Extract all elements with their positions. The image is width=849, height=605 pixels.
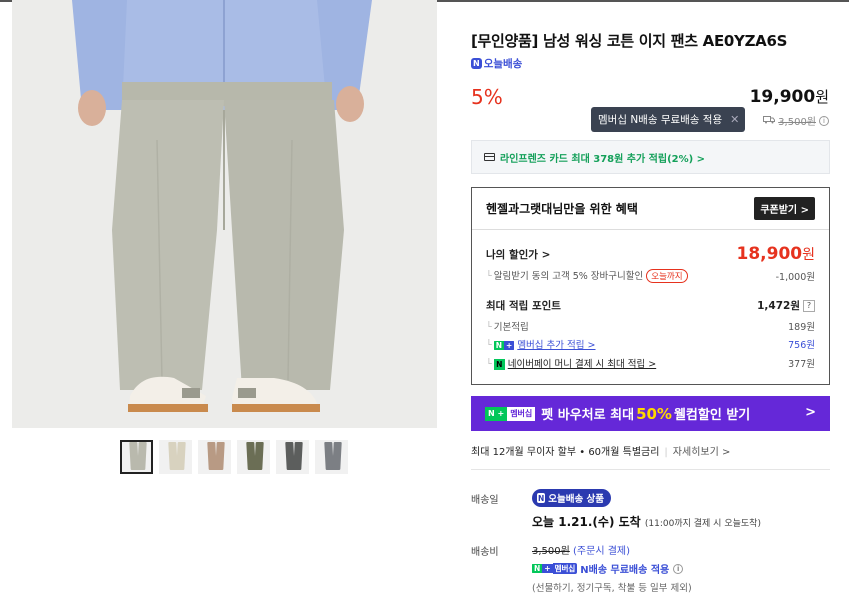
chevron-right-icon: > — [805, 405, 816, 420]
get-coupon-button[interactable]: 쿠폰받기 > — [754, 197, 815, 220]
alarm-discount-value: -1,000원 — [775, 271, 815, 283]
shipping-fee-info: 3,500원 i — [763, 113, 829, 128]
today-delivery-label: 오늘배송 — [483, 58, 523, 70]
installment-text: 최대 12개월 무이자 할부 • 60개월 특별금리 — [471, 447, 660, 458]
today-delivery-pill-text: 오늘배송 상품 — [548, 494, 605, 505]
installment-more-link[interactable]: 자세히보기 > — [673, 447, 731, 458]
n-delivery-icon: N — [537, 493, 546, 503]
npay-points-label: └ N 네이버페이 머니 결제 시 최대 적립 > — [486, 359, 657, 370]
points-row: 최대 적립 포인트 1,472원? — [486, 298, 815, 313]
shipping-fee-old: 3,500원 — [778, 117, 816, 128]
thumbnail-5[interactable] — [276, 440, 309, 474]
naver-pay-icon: N — [493, 359, 505, 370]
section-divider — [471, 469, 830, 470]
thumbnail-strip — [120, 440, 348, 474]
pants-leg — [215, 442, 225, 470]
sale-price-value: 19,900 — [749, 87, 816, 107]
points-label: 최대 적립 포인트 — [486, 300, 561, 312]
pet-banner-text-after: 웰컴할인 받기 — [673, 408, 751, 423]
my-price-value: 18,900 — [736, 244, 803, 264]
alarm-discount-label: └ 알림받기 동의 고객 5% 장바구니할인 오늘까지 — [486, 268, 688, 283]
naver-plus-membership-icon: N + 멤버십 — [485, 406, 536, 421]
discount-rate: 5% — [471, 85, 503, 109]
naver-membership-icon: N + — [493, 341, 515, 350]
pants-leg — [137, 442, 147, 470]
basic-points-label: └ 기본적립 — [486, 322, 529, 333]
product-title: [무인양품] 남성 워싱 코튼 이지 팬츠 AE0YZA6S — [471, 32, 788, 50]
shipping-fee-row: 3,500원 (주문시 결제) — [532, 542, 630, 557]
pet-voucher-banner[interactable]: N + 멤버십 펫 바우처로 최대 50% 웰컴할인 받기 > — [471, 396, 830, 431]
delivery-date-label: 배송일 — [471, 495, 499, 506]
sale-price-unit: 원 — [815, 88, 829, 106]
benefit-title: 헨젤과그랫대님만을 위한 혜택 — [486, 202, 638, 216]
arrival-note: (11:00까지 결제 시 오늘도착) — [644, 519, 761, 529]
arrival-date-text: 오늘 1.21.(수) 도착 — [532, 515, 641, 529]
pants-photo — [12, 0, 437, 428]
arrival-date: 오늘 1.21.(수) 도착 (11:00까지 결제 시 오늘도착) — [532, 513, 761, 530]
credit-card-icon — [484, 153, 495, 161]
close-icon[interactable]: ✕ — [730, 113, 739, 126]
shipping-fee-note: (주문시 결제) — [573, 546, 630, 557]
pet-banner-text: 펫 바우처로 최대 — [541, 408, 635, 423]
benefit-header: 헨젤과그랫대님만을 위한 혜택 쿠폰받기 > — [472, 188, 829, 230]
member-benefit-box: 헨젤과그랫대님만을 위한 혜택 쿠폰받기 > 나의 할인가 > 18,900원 … — [471, 187, 830, 385]
today-delivery-tag[interactable]: N 오늘배송 — [471, 56, 522, 71]
points-total: 1,472원? — [757, 298, 815, 313]
alarm-discount-row: └ 알림받기 동의 고객 5% 장바구니할인 오늘까지 -1,000원 — [486, 268, 815, 283]
card-benefit-text: 라인프렌즈 카드 최대 378원 추가 적립(2%) > — [500, 153, 706, 165]
free-shipping-text: N배송 무료배송 적용 — [580, 565, 670, 576]
shipping-tooltip: 멤버십 N배송 무료배송 적용 ✕ — [591, 107, 746, 132]
thumbnail-6[interactable] — [315, 440, 348, 474]
pants-leg — [293, 442, 303, 470]
thumbnail-4[interactable] — [237, 440, 270, 474]
basic-points-row: └ 기본적립 189원 — [486, 319, 815, 333]
member-points-label: └ N + 멤버십 추가 적립 > — [486, 340, 596, 351]
naver-membership-icon: N + 멤버십 — [532, 563, 578, 574]
info-icon[interactable]: i — [819, 115, 829, 126]
shipping-exclusions: (선물하기, 정기구독, 착불 등 일부 제외) — [532, 583, 692, 594]
npay-points-row: └ N 네이버페이 머니 결제 시 최대 적립 > 377원 — [486, 356, 815, 370]
card-benefit-banner[interactable]: 라인프렌즈 카드 최대 378원 추가 적립(2%) > — [471, 140, 830, 174]
points-value: 1,472원 — [757, 300, 800, 312]
member-points-row: └ N + 멤버십 추가 적립 > 756원 — [486, 337, 815, 351]
basic-points-text: 기본적립 — [493, 322, 529, 333]
member-points-link[interactable]: 멤버십 추가 적립 > — [517, 340, 595, 351]
basic-points-value: 189원 — [788, 322, 815, 333]
pants-leg — [254, 442, 264, 470]
product-main-image[interactable] — [12, 0, 437, 428]
info-icon[interactable]: i — [673, 563, 684, 574]
pet-banner-highlight: 50% — [636, 404, 672, 423]
member-points-value: 756원 — [788, 340, 815, 351]
npay-points-value: 377원 — [788, 359, 815, 370]
shipping-fee-old-price: 3,500원 — [532, 546, 570, 557]
npay-points-link[interactable]: 네이버페이 머니 결제 시 최대 적립 > — [508, 359, 656, 370]
truck-icon — [763, 115, 776, 127]
pants-leg — [176, 442, 186, 470]
my-price-label[interactable]: 나의 할인가 > — [486, 247, 550, 262]
thumbnail-3[interactable] — [198, 440, 231, 474]
thumbnail-1[interactable] — [120, 440, 153, 474]
shipping-fee-label: 배송비 — [471, 547, 499, 558]
today-delivery-pill: N 오늘배송 상품 — [532, 489, 612, 507]
thumbnail-2[interactable] — [159, 440, 192, 474]
today-only-badge: 오늘까지 — [646, 269, 688, 283]
n-delivery-icon: N — [471, 58, 482, 69]
shipping-tooltip-text: 멤버십 N배송 무료배송 적용 — [598, 114, 723, 126]
installment-info: 최대 12개월 무이자 할부 • 60개월 특별금리 | 자세히보기 > — [471, 447, 731, 458]
my-price-unit: 원 — [802, 247, 815, 263]
pants-leg — [332, 442, 342, 470]
alarm-note: 알림받기 동의 고객 5% 장바구니할인 — [493, 271, 644, 282]
points-help-icon[interactable]: ? — [803, 299, 815, 312]
my-price: 18,900원 — [737, 244, 816, 264]
sale-price: 19,900원 — [750, 86, 829, 107]
my-price-row: 나의 할인가 > 18,900원 — [486, 244, 815, 264]
free-shipping-row: N + 멤버십 N배송 무료배송 적용 i — [532, 561, 684, 576]
